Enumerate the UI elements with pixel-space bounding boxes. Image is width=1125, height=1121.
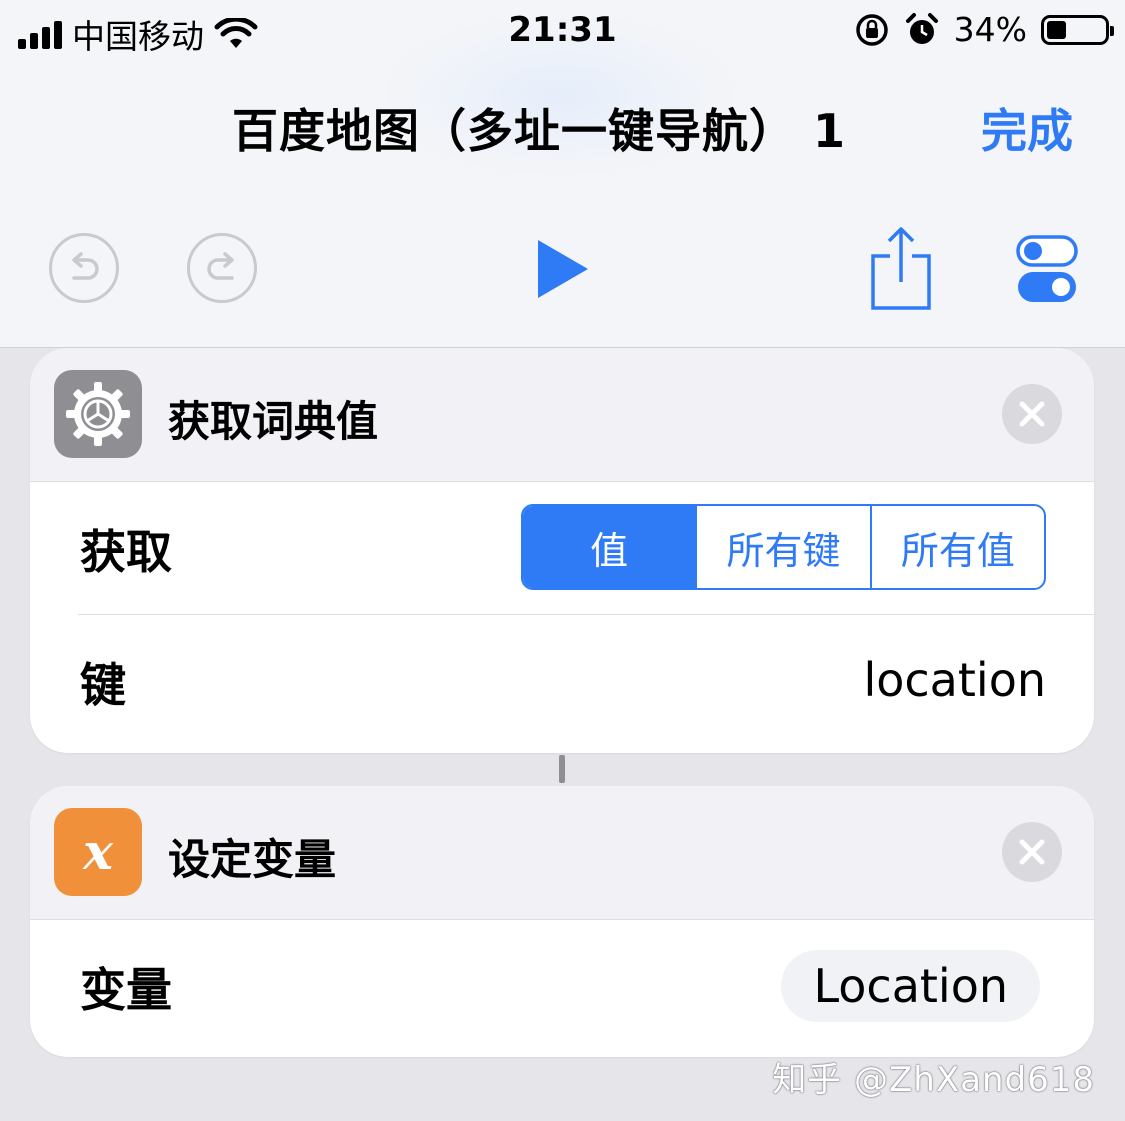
variable-icon: x	[54, 808, 142, 896]
rotation-lock-icon	[855, 13, 888, 46]
done-button[interactable]: 完成	[981, 95, 1073, 161]
get-row: 获取 值 所有键 所有值	[30, 482, 1094, 615]
get-label: 获取	[80, 525, 172, 579]
variable-name-token[interactable]: Location	[781, 950, 1040, 1022]
top-bar: 中国移动 21:31 34% 百度地图（多址一键导航） 1 完成	[0, 0, 1125, 348]
action-connector	[559, 755, 565, 783]
get-dictionary-value-action: 获取词典值 获取 值 所有键 所有值 键 location	[30, 348, 1094, 753]
redo-button[interactable]	[187, 233, 257, 303]
redo-icon	[207, 252, 234, 280]
toggles-icon[interactable]	[1016, 234, 1078, 304]
action-header: 获取词典值	[30, 348, 1094, 482]
segment-value[interactable]: 值	[523, 506, 696, 588]
gear-icon	[54, 370, 142, 458]
get-mode-segmented-control[interactable]: 值 所有键 所有值	[521, 504, 1046, 590]
key-row[interactable]: 键 location	[30, 615, 1094, 748]
alarm-icon	[905, 12, 938, 44]
key-label: 键	[80, 658, 126, 712]
watermark: 知乎 @ZhXand618	[772, 1060, 1095, 1100]
undo-button[interactable]	[49, 233, 119, 303]
action-title: 设定变量	[168, 835, 337, 884]
play-icon[interactable]	[536, 238, 590, 300]
remove-action-button[interactable]	[1002, 384, 1062, 444]
action-title: 获取词典值	[168, 397, 379, 446]
close-icon	[1019, 839, 1045, 865]
remove-action-button[interactable]	[1002, 822, 1062, 882]
variable-glyph: x	[83, 822, 113, 881]
key-value-field[interactable]: location	[863, 653, 1046, 707]
segment-all-keys[interactable]: 所有键	[695, 506, 869, 588]
status-bar: 中国移动 21:31 34%	[0, 0, 1125, 62]
page-title: 百度地图（多址一键导航） 1	[232, 104, 847, 158]
undo-icon	[72, 252, 99, 280]
share-icon[interactable]	[870, 226, 932, 312]
battery-icon	[1041, 14, 1114, 45]
action-header: x 设定变量	[30, 786, 1094, 920]
variable-row: 变量 Location	[30, 920, 1094, 1057]
segment-all-values[interactable]: 所有值	[869, 506, 1044, 588]
battery-percent: 34%	[953, 10, 1027, 49]
set-variable-action: x 设定变量 变量 Location	[30, 786, 1094, 1057]
variable-label: 变量	[80, 963, 172, 1017]
close-icon	[1019, 401, 1045, 427]
